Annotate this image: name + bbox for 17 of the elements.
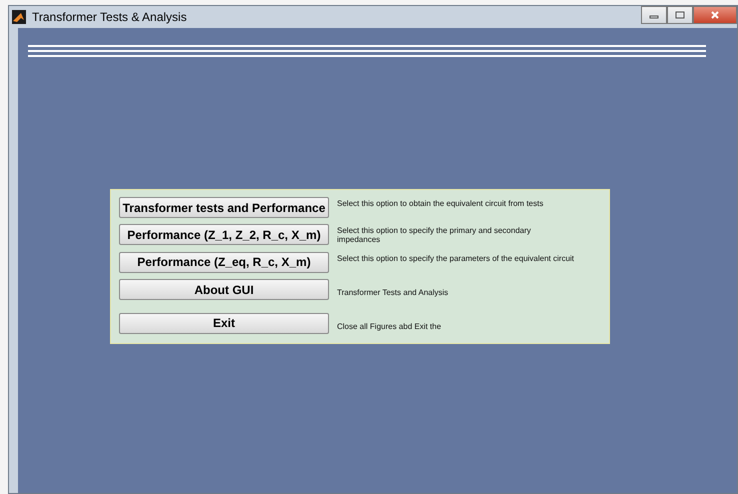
- option-description: Transformer Tests and Analysis: [337, 288, 450, 298]
- close-icon: [710, 11, 720, 19]
- option-button[interactable]: Exit: [119, 312, 329, 334]
- app-icon: [12, 10, 26, 24]
- option-description: Select this option to obtain the equivalent circuit from tests: [337, 199, 544, 208]
- close-button[interactable]: [693, 6, 737, 24]
- maximize-button[interactable]: [667, 6, 693, 24]
- window-title: Transformer Tests & Analysis: [32, 10, 187, 24]
- maximize-icon: [675, 11, 685, 19]
- option-button[interactable]: About GUI: [119, 279, 329, 300]
- minimize-button[interactable]: [641, 6, 667, 24]
- option-button[interactable]: Performance (Z_1, Z_2, R_c, X_m): [119, 224, 329, 246]
- option-button[interactable]: Performance (Z_eq, R_c, X_m): [119, 252, 329, 273]
- option-description: Select this option to specify the primary and secondary impedances: [337, 226, 532, 244]
- option-button[interactable]: Transformer tests and Performance: [119, 197, 329, 218]
- option-description: Select this option to specify the parameters of the equivalent circuit: [337, 254, 576, 263]
- option-description: Close all Figures abd Exit the: [337, 322, 442, 331]
